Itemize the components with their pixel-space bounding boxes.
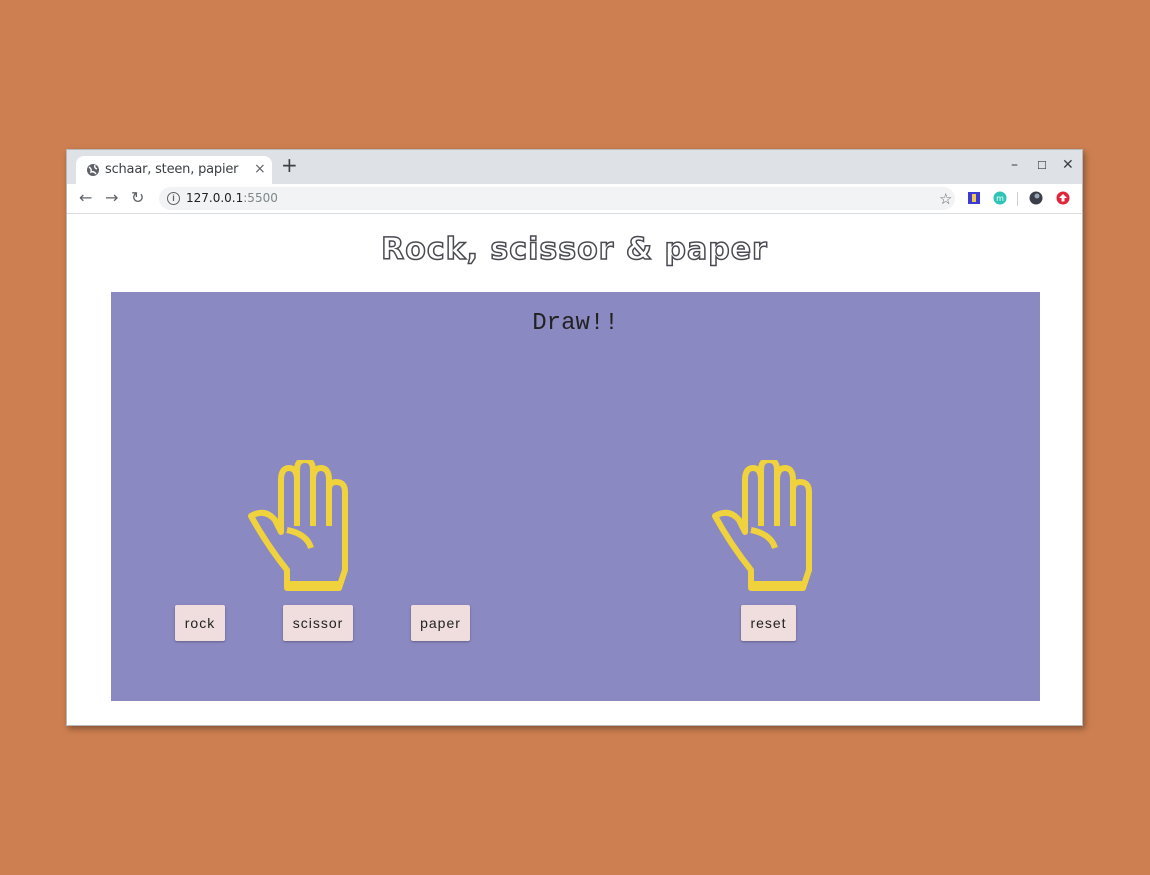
new-tab-button[interactable]: + bbox=[281, 155, 298, 175]
maximize-icon[interactable]: ☐ bbox=[1037, 159, 1047, 172]
browser-toolbar: ← → ↻ i 127.0.0.1:5500 ☆ m bbox=[67, 184, 1082, 214]
url-text: 127.0.0.1:5500 bbox=[186, 191, 278, 205]
result-text: Draw!! bbox=[532, 310, 619, 337]
toolbar-divider bbox=[1017, 192, 1018, 206]
browser-tab[interactable]: schaar, steen, papier × bbox=[76, 156, 272, 184]
reset-button[interactable]: reset bbox=[741, 605, 796, 641]
extension-icon[interactable] bbox=[967, 191, 981, 205]
back-icon[interactable]: ← bbox=[79, 188, 92, 207]
browser-window: schaar, steen, papier × + – ☐ ✕ ← → ↻ i … bbox=[66, 149, 1083, 726]
url-port: :5500 bbox=[243, 191, 278, 205]
bookmark-star-icon[interactable]: ☆ bbox=[939, 190, 952, 208]
close-window-icon[interactable]: ✕ bbox=[1062, 157, 1074, 173]
player-hand-paper-icon bbox=[248, 460, 348, 591]
extension-red-icon[interactable] bbox=[1056, 191, 1070, 205]
globe-icon bbox=[87, 164, 99, 176]
profile-avatar-icon[interactable] bbox=[1029, 191, 1043, 205]
paper-button[interactable]: paper bbox=[411, 605, 470, 641]
game-panel: Draw!! rock scissor paper reset bbox=[111, 292, 1040, 701]
svg-text:m: m bbox=[996, 194, 1004, 203]
tab-close-icon[interactable]: × bbox=[254, 161, 266, 177]
tab-title: schaar, steen, papier bbox=[105, 162, 239, 177]
computer-hand-paper-icon bbox=[712, 460, 812, 591]
page-title: Rock, scissor & paper bbox=[380, 231, 768, 268]
url-host: 127.0.0.1 bbox=[186, 191, 244, 205]
address-bar[interactable]: i 127.0.0.1:5500 ☆ bbox=[159, 187, 955, 210]
scissor-button[interactable]: scissor bbox=[283, 605, 353, 641]
page-content: Rock, scissor & paper Draw!! rock scisso… bbox=[67, 214, 1082, 725]
rock-button[interactable]: rock bbox=[175, 605, 225, 641]
tab-strip: schaar, steen, papier × + – ☐ ✕ bbox=[67, 150, 1082, 184]
minimize-icon[interactable]: – bbox=[1011, 157, 1018, 173]
reload-icon[interactable]: ↻ bbox=[131, 188, 144, 207]
forward-icon[interactable]: → bbox=[105, 188, 118, 207]
extension-m-icon[interactable]: m bbox=[993, 191, 1007, 205]
info-icon[interactable]: i bbox=[167, 192, 180, 205]
